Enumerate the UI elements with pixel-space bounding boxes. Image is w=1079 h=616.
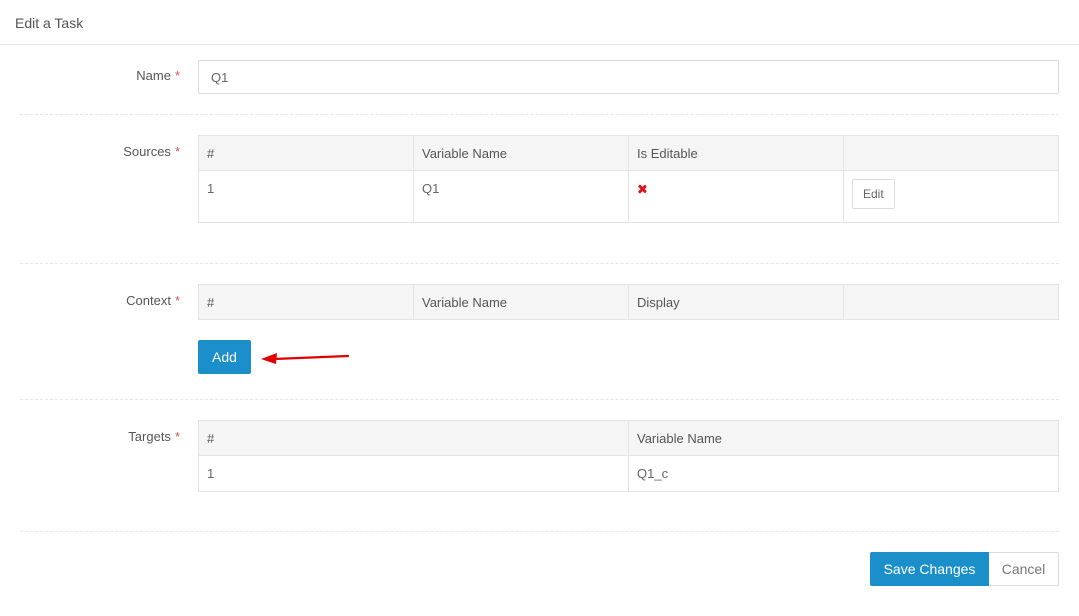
table-header-row: # Variable Name Display <box>198 284 1059 320</box>
context-label: Context * <box>126 293 180 308</box>
table-header-row: # Variable Name Is Editable <box>198 135 1059 171</box>
table-row: 1 Q1_c <box>198 455 1059 492</box>
required-mark: * <box>174 293 180 308</box>
table-row: 1 Q1 Edit <box>198 170 1059 223</box>
source-index-cell: 1 <box>198 170 414 223</box>
source-editable-cell <box>628 170 844 223</box>
column-header-index: # <box>198 284 414 320</box>
modal-header: Edit a Task <box>0 0 1079 45</box>
section-divider <box>20 399 1059 400</box>
column-header-actions <box>843 135 1059 171</box>
target-variable-cell: Q1_c <box>628 455 1059 492</box>
save-changes-button[interactable]: Save Changes <box>870 552 989 586</box>
targets-label: Targets * <box>128 429 180 444</box>
close-icon <box>637 184 647 194</box>
edit-button[interactable]: Edit <box>852 179 895 209</box>
source-action-cell: Edit <box>843 170 1059 223</box>
section-divider <box>20 114 1059 115</box>
name-input[interactable] <box>198 60 1059 94</box>
source-variable-cell: Q1 <box>413 170 629 223</box>
column-header-index: # <box>198 420 629 456</box>
name-label: Name * <box>136 68 180 83</box>
required-mark: * <box>174 429 180 444</box>
column-header-variable-name: Variable Name <box>413 135 629 171</box>
column-header-index: # <box>198 135 414 171</box>
arrow-left-icon <box>261 353 350 364</box>
required-mark: * <box>174 68 180 83</box>
target-index-cell: 1 <box>198 455 629 492</box>
section-divider <box>20 531 1059 532</box>
add-context-button[interactable]: Add <box>198 340 251 374</box>
sources-label: Sources * <box>123 144 180 159</box>
modal-title: Edit a Task <box>15 15 84 31</box>
column-header-is-editable: Is Editable <box>628 135 844 171</box>
sources-table: # Variable Name Is Editable 1 Q1 Edit <box>198 135 1059 223</box>
context-table: # Variable Name Display <box>198 284 1059 320</box>
column-header-actions <box>843 284 1059 320</box>
column-header-variable-name: Variable Name <box>413 284 629 320</box>
section-divider <box>20 263 1059 264</box>
column-header-display: Display <box>628 284 844 320</box>
required-mark: * <box>174 144 180 159</box>
column-header-variable-name: Variable Name <box>628 420 1059 456</box>
targets-table: # Variable Name 1 Q1_c <box>198 420 1059 492</box>
table-header-row: # Variable Name <box>198 420 1059 456</box>
cancel-button[interactable]: Cancel <box>989 552 1059 586</box>
